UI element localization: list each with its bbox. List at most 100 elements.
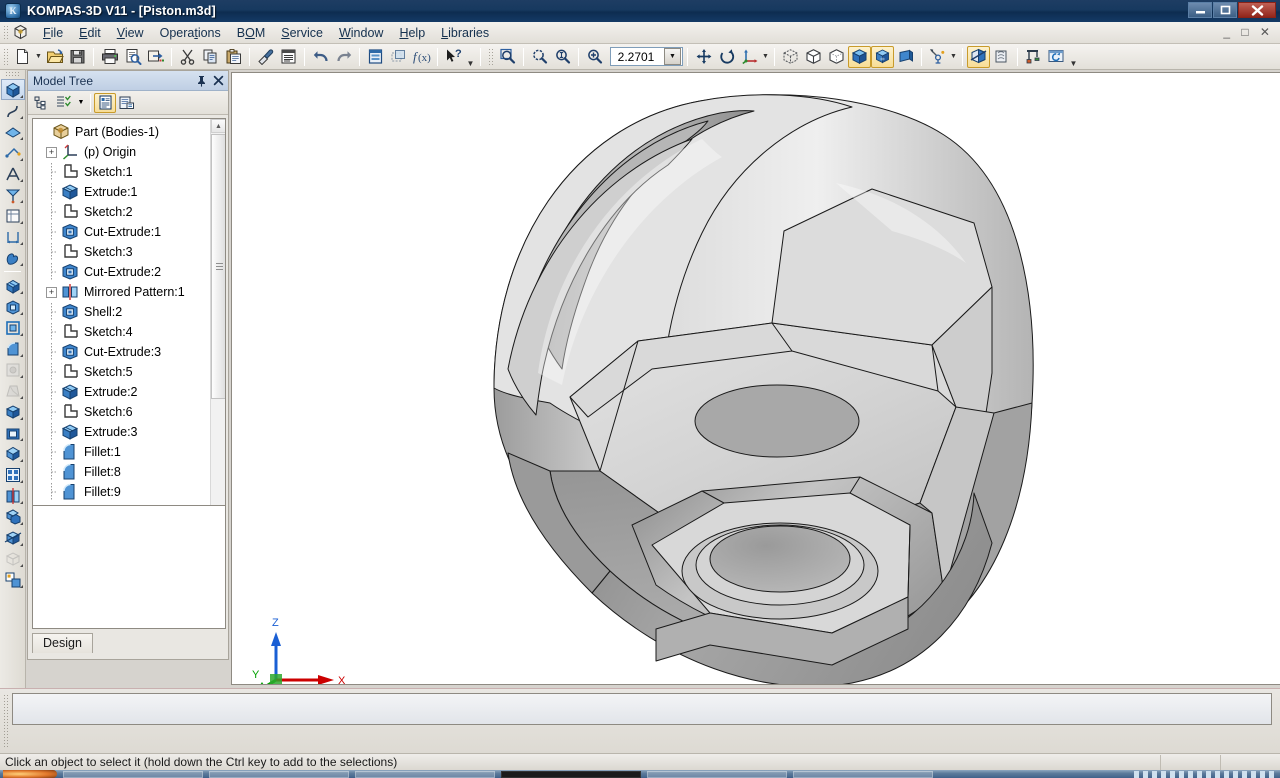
- wireframe-icon[interactable]: [779, 46, 802, 68]
- flyout-arrow-icon[interactable]: [20, 438, 23, 441]
- maximize-button[interactable]: [1213, 2, 1237, 18]
- tree-filter-dropdown-arrow[interactable]: ▼: [75, 93, 87, 113]
- flyout-arrow-icon[interactable]: [20, 291, 23, 294]
- menu-item-edit[interactable]: Edit: [71, 23, 109, 43]
- model-viewport[interactable]: Z X Y: [231, 72, 1280, 685]
- shell-icon[interactable]: [1, 422, 25, 443]
- orientation-dropdown-arrow[interactable]: ▼: [761, 46, 770, 68]
- flyout-arrow-icon[interactable]: [20, 396, 23, 399]
- menu-item-file[interactable]: File: [35, 23, 71, 43]
- light-source-icon[interactable]: [926, 46, 949, 68]
- shaded-with-edges-icon[interactable]: [848, 45, 871, 68]
- cut-extrude-icon[interactable]: [1, 296, 25, 317]
- system-tray[interactable]: [1134, 770, 1274, 778]
- print-icon[interactable]: [98, 46, 121, 68]
- tree-item-cut-extrude-1[interactable]: Cut-Extrude:1: [37, 222, 225, 242]
- flyout-arrow-icon[interactable]: [20, 116, 23, 119]
- menu-drag-grip[interactable]: [3, 24, 9, 41]
- tree-item-p-origin[interactable]: + (p) Origin: [37, 142, 225, 162]
- flyout-arrow-icon[interactable]: [20, 375, 23, 378]
- hidden-lines-off-icon[interactable]: [802, 46, 825, 68]
- extrude-boss-icon[interactable]: [1, 275, 25, 296]
- start-button-icon[interactable]: [3, 770, 57, 778]
- mdi-window-controls[interactable]: _ □ ✕: [1223, 25, 1274, 39]
- flyout-arrow-icon[interactable]: [20, 564, 23, 567]
- flyout-arrow-icon[interactable]: [20, 179, 23, 182]
- pointer-help-icon[interactable]: ?: [442, 46, 465, 68]
- design-tab[interactable]: Design: [32, 633, 93, 653]
- variables-fx-icon[interactable]: f (x): [410, 46, 433, 68]
- tree-item-sketch-6[interactable]: Sketch:6: [37, 402, 225, 422]
- rib-icon[interactable]: [1, 401, 25, 422]
- minimize-button[interactable]: [1188, 2, 1212, 18]
- flyout-arrow-icon[interactable]: [20, 522, 23, 525]
- scrollbar-thumb[interactable]: [211, 134, 225, 399]
- toolbar-drag-grip-2[interactable]: [488, 47, 493, 66]
- pan-move-icon[interactable]: [692, 46, 715, 68]
- menu-item-operations[interactable]: Operations: [152, 23, 229, 43]
- menu-item-bom[interactable]: BOM: [229, 23, 274, 43]
- undo-arrow-icon[interactable]: [309, 46, 332, 68]
- flyout-arrow-icon[interactable]: [20, 312, 23, 315]
- model-tree-scrollbar[interactable]: ▲ ▼: [210, 119, 225, 560]
- taskbar-item[interactable]: [63, 770, 203, 778]
- tree-item-part-bodies-1[interactable]: Part (Bodies-1): [37, 122, 225, 142]
- rebuild-model-icon[interactable]: [1022, 46, 1045, 68]
- save-disk-icon[interactable]: [66, 46, 89, 68]
- orientation-axes-icon[interactable]: [738, 46, 761, 68]
- flyout-arrow-icon[interactable]: [20, 242, 23, 245]
- refresh-view-icon[interactable]: [1045, 46, 1068, 68]
- spline-curve-icon[interactable]: [1, 100, 25, 121]
- axis-icon[interactable]: [1, 163, 25, 184]
- tree-item-extrude-3[interactable]: Extrude:3: [37, 422, 225, 442]
- close-button[interactable]: [1238, 2, 1276, 18]
- tree-item-fillet-9[interactable]: Fillet:9: [37, 482, 225, 502]
- menu-item-service[interactable]: Service: [273, 23, 331, 43]
- tree-expander-icon[interactable]: +: [46, 286, 57, 298]
- tree-item-extrude-1[interactable]: Extrude:1: [37, 182, 225, 202]
- open-folder-icon[interactable]: [43, 46, 66, 68]
- menu-item-window[interactable]: Window: [331, 23, 391, 43]
- tree-item-fillet-1[interactable]: Fillet:1: [37, 442, 225, 462]
- tree-show-panel-icon[interactable]: [94, 92, 116, 113]
- tree-structure-icon[interactable]: [31, 93, 53, 113]
- section-view-icon[interactable]: [967, 45, 990, 68]
- flyout-arrow-icon[interactable]: [20, 543, 23, 546]
- format-painter-brush-icon[interactable]: [254, 46, 277, 68]
- toolbar-overflow-icon[interactable]: ▼: [465, 46, 476, 68]
- assembly-components-icon[interactable]: [1, 569, 25, 590]
- send-to-icon[interactable]: [144, 46, 167, 68]
- flyout-arrow-icon[interactable]: [20, 417, 23, 420]
- piston-3d-model[interactable]: Z X Y: [232, 73, 1280, 685]
- tree-item-mirrored-pattern-1[interactable]: + Mirrored Pattern:1: [37, 282, 225, 302]
- menu-item-help[interactable]: Help: [391, 23, 433, 43]
- flyout-arrow-icon[interactable]: [20, 585, 23, 588]
- pattern-grid-icon[interactable]: [1, 464, 25, 485]
- chevron-down-icon[interactable]: ▼: [664, 48, 681, 65]
- flyout-arrow-icon[interactable]: [20, 501, 23, 504]
- shaded-perspective-icon[interactable]: [871, 45, 894, 68]
- zoom-selection-icon[interactable]: [528, 46, 551, 68]
- mirror-pattern-icon[interactable]: [1, 485, 25, 506]
- taskbar-item[interactable]: [355, 770, 495, 778]
- light-dropdown-arrow[interactable]: ▼: [949, 46, 958, 68]
- paste-icon[interactable]: [222, 46, 245, 68]
- tree-item-sketch-1[interactable]: Sketch:1: [37, 162, 225, 182]
- tree-item-sketch-2[interactable]: Sketch:2: [37, 202, 225, 222]
- tree-filter-icon[interactable]: [53, 93, 75, 113]
- flyout-arrow-icon[interactable]: [20, 158, 23, 161]
- taskbar-item-active[interactable]: [501, 770, 641, 778]
- toolbar-drag-grip[interactable]: [3, 47, 8, 66]
- new-document-icon[interactable]: [11, 46, 34, 68]
- pin-icon[interactable]: [194, 73, 209, 88]
- compact-panel-grip[interactable]: [5, 71, 20, 78]
- redo-arrow-icon[interactable]: [332, 46, 355, 68]
- flyout-arrow-icon[interactable]: [20, 480, 23, 483]
- plane-surface-icon[interactable]: [1, 121, 25, 142]
- taskbar-item[interactable]: [209, 770, 349, 778]
- pattern-diamond-icon[interactable]: [1, 443, 25, 464]
- tree-item-shell-2[interactable]: Shell:2: [37, 302, 225, 322]
- pointer-cube-icon[interactable]: [1, 79, 25, 100]
- rotate-icon[interactable]: [715, 46, 738, 68]
- flyout-arrow-icon[interactable]: [20, 221, 23, 224]
